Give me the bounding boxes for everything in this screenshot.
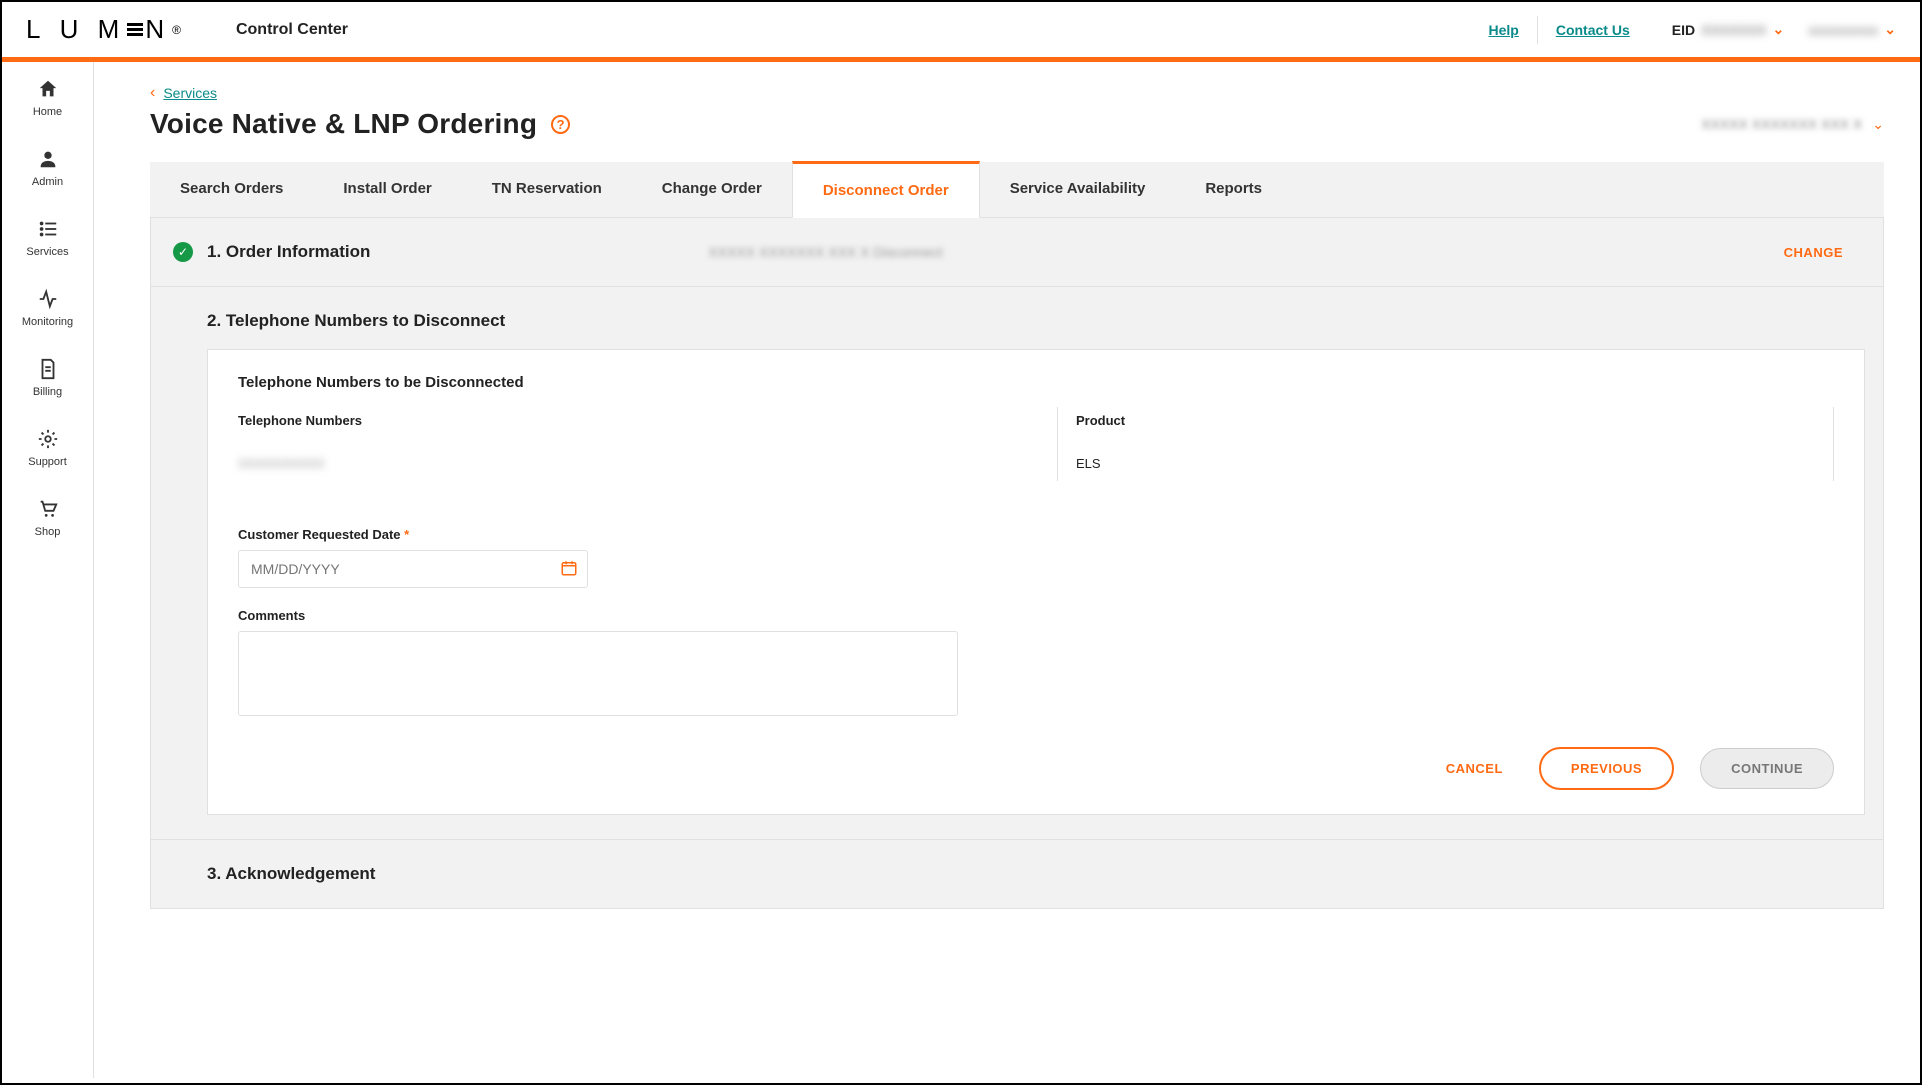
calendar-icon[interactable] [560, 559, 578, 582]
nav-services[interactable]: Services [2, 212, 93, 264]
nav-support[interactable]: Support [2, 422, 93, 474]
previous-button[interactable]: PREVIOUS [1539, 747, 1674, 790]
nav-monitoring-label: Monitoring [22, 316, 73, 328]
tabs: Search Orders Install Order TN Reservati… [150, 162, 1884, 218]
sidenav: Home Admin Services Monitoring Billing S… [2, 62, 94, 1078]
continue-button: CONTINUE [1700, 748, 1834, 789]
nav-admin-label: Admin [32, 176, 63, 188]
contact-link[interactable]: Contact Us [1538, 22, 1648, 38]
section-1-context: XXXXX XXXXXXX XXX X Disconnect [708, 244, 942, 260]
eid-label: EID [1672, 22, 1695, 38]
cancel-button[interactable]: CANCEL [1436, 749, 1513, 788]
tn-card: Telephone Numbers to be Disconnected Tel… [207, 349, 1865, 815]
breadcrumb: ‹ Services [150, 84, 1884, 102]
comments-input[interactable] [238, 631, 958, 716]
invoice-icon [37, 358, 59, 380]
section-telephone-numbers: 2. Telephone Numbers to Disconnect Telep… [151, 287, 1883, 840]
tab-search-orders[interactable]: Search Orders [150, 162, 313, 217]
user-icon [37, 148, 59, 170]
required-icon: * [404, 527, 409, 542]
home-icon [37, 78, 59, 100]
logo-e-glyph-icon [127, 21, 143, 38]
date-label-text: Customer Requested Date [238, 527, 401, 542]
page-help-icon[interactable]: ? [551, 115, 570, 134]
chevron-down-icon: ⌄ [1884, 21, 1896, 38]
tn-table: Telephone Numbers XXXXXXXXXX Product ELS [238, 407, 1834, 481]
chevron-down-icon: ⌄ [1772, 21, 1784, 38]
chevron-down-icon: ⌄ [1872, 116, 1884, 133]
nav-home[interactable]: Home [2, 72, 93, 124]
context-value: XXXXX XXXXXXX XXX X [1701, 116, 1862, 132]
context-dropdown[interactable]: XXXXX XXXXXXX XXX X ⌄ [1701, 116, 1884, 133]
breadcrumb-services[interactable]: Services [163, 85, 217, 101]
nav-admin[interactable]: Admin [2, 142, 93, 194]
eid-value: XXXXXXX [1701, 22, 1766, 38]
chevron-left-icon: ‹ [150, 84, 155, 102]
section-2-title: 2. Telephone Numbers to Disconnect [207, 311, 1865, 331]
activity-icon [37, 288, 59, 310]
tab-tn-reservation[interactable]: TN Reservation [462, 162, 632, 217]
help-link[interactable]: Help [1470, 22, 1536, 38]
main-content: ‹ Services Voice Native & LNP Ordering ?… [94, 62, 1920, 1078]
change-button[interactable]: CHANGE [1784, 245, 1843, 260]
nav-home-label: Home [33, 106, 62, 118]
topbar: L U M N® Control Center Help Contact Us … [2, 2, 1920, 62]
tab-change-order[interactable]: Change Order [632, 162, 792, 217]
customer-requested-date-input[interactable] [238, 550, 588, 588]
eid-dropdown[interactable]: EID XXXXXXX ⌄ [1672, 21, 1784, 38]
table-row-product: ELS [1076, 446, 1821, 481]
brand-logo: L U M N® [26, 14, 181, 45]
date-label: Customer Requested Date * [238, 527, 1834, 542]
user-dropdown[interactable]: xxxxxxxxx ⌄ [1808, 21, 1896, 38]
tab-reports[interactable]: Reports [1175, 162, 1292, 217]
card-title: Telephone Numbers to be Disconnected [238, 374, 1834, 391]
app-title: Control Center [236, 21, 348, 39]
tab-install-order[interactable]: Install Order [313, 162, 461, 217]
comments-label: Comments [238, 608, 1834, 623]
nav-services-label: Services [26, 246, 68, 258]
top-links: Help Contact Us [1470, 16, 1647, 44]
nav-billing[interactable]: Billing [2, 352, 93, 404]
nav-monitoring[interactable]: Monitoring [2, 282, 93, 334]
col-head-tn: Telephone Numbers [238, 407, 1045, 446]
section-acknowledgement: 3. Acknowledgement [151, 840, 1883, 908]
nav-support-label: Support [28, 456, 67, 468]
table-row-tn: XXXXXXXXXX [238, 446, 1045, 481]
list-icon [37, 218, 59, 240]
section-1-title: 1. Order Information [207, 242, 370, 262]
page-title: Voice Native & LNP Ordering [150, 108, 537, 140]
cart-icon [37, 498, 59, 520]
wizard-panel: ✓ 1. Order Information XXXXX XXXXXXX XXX… [150, 218, 1884, 909]
nav-shop[interactable]: Shop [2, 492, 93, 544]
user-value: xxxxxxxxx [1808, 22, 1878, 38]
section-3-title: 3. Acknowledgement [207, 864, 1865, 884]
section-order-information: ✓ 1. Order Information XXXXX XXXXXXX XXX… [151, 218, 1883, 287]
nav-shop-label: Shop [35, 526, 61, 538]
check-circle-icon: ✓ [173, 242, 193, 262]
nav-billing-label: Billing [33, 386, 62, 398]
col-head-product: Product [1076, 407, 1821, 446]
tab-disconnect-order[interactable]: Disconnect Order [792, 161, 980, 218]
tab-service-availability[interactable]: Service Availability [980, 162, 1176, 217]
gear-icon [37, 428, 59, 450]
